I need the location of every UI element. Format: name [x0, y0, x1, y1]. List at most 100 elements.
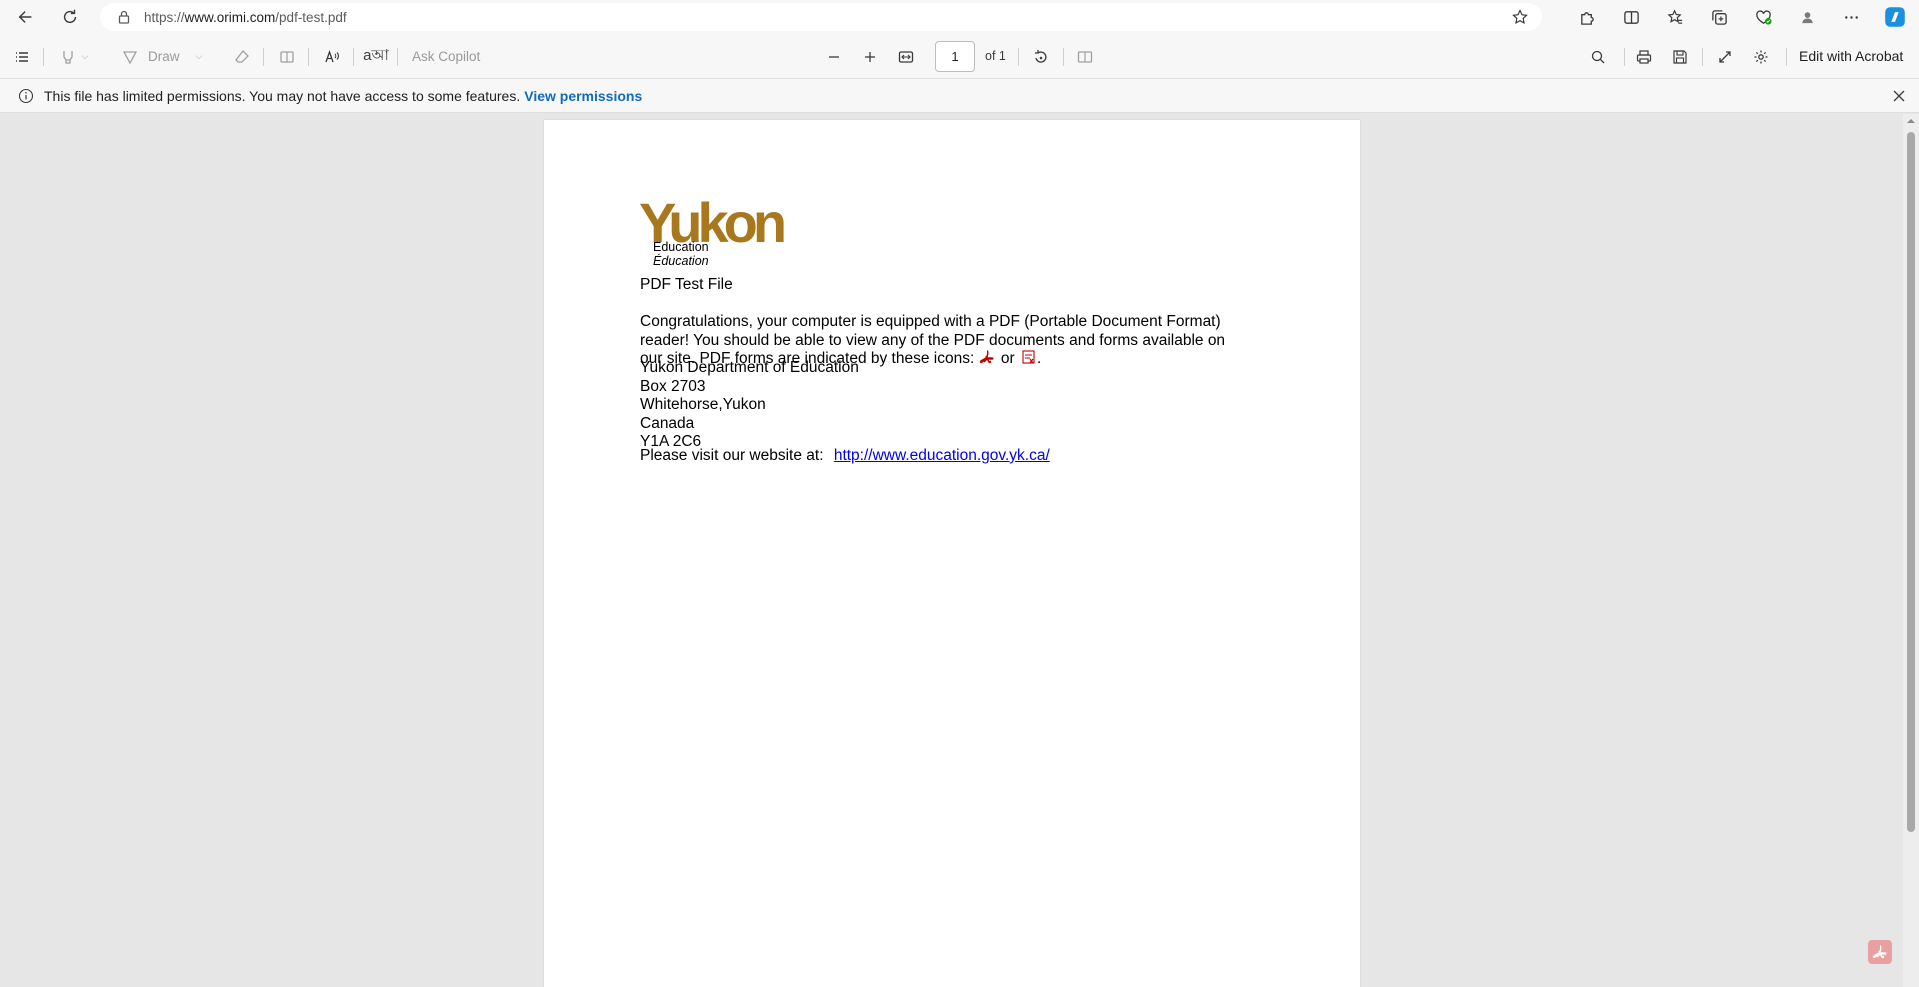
extensions-button[interactable] [1565, 0, 1609, 34]
profile-button[interactable] [1785, 0, 1829, 34]
translate-button[interactable]: aআ [363, 34, 389, 79]
address-line: Yukon Department of Education [640, 359, 859, 376]
address-line: Canada [640, 414, 695, 432]
contents-button[interactable] [10, 34, 34, 79]
text-box-button[interactable] [275, 34, 299, 79]
paragraph-line: reader! You should be able to view any o… [640, 331, 1226, 349]
back-button[interactable] [8, 2, 44, 32]
read-aloud-button[interactable] [320, 34, 344, 79]
website-link[interactable]: http://www.education.gov.yk.ca/ [834, 447, 1050, 464]
browser-essentials-button[interactable] [1741, 0, 1785, 34]
save-button[interactable] [1668, 34, 1692, 79]
document-title: PDF Test File [640, 276, 733, 293]
more-icon [1844, 15, 1858, 19]
expand-icon [1719, 50, 1731, 63]
browser-essentials-icon [1755, 9, 1772, 25]
draw-button[interactable]: Draw ⌵ [122, 34, 212, 79]
search-icon [1591, 50, 1605, 63]
website-line: Please visit our website at: http://www.… [640, 447, 1050, 466]
toolbar-separator [308, 48, 309, 66]
toolbar-separator [43, 48, 44, 66]
rotate-button[interactable] [1029, 34, 1053, 79]
highlight-button[interactable]: ⌵ [54, 34, 94, 79]
print-icon [1636, 49, 1652, 64]
view-permissions-link[interactable]: View permissions [524, 88, 642, 104]
scrollbar-thumb[interactable] [1907, 132, 1915, 832]
toolbar-separator [1702, 48, 1703, 66]
fit-to-width-button[interactable] [894, 34, 918, 79]
collections-button[interactable] [1697, 0, 1741, 34]
page-view-button[interactable] [1073, 34, 1097, 79]
eraser-icon [235, 49, 249, 63]
two-page-view-icon [1077, 50, 1093, 63]
ask-copilot-button[interactable]: Ask Copilot [412, 34, 492, 79]
paragraph-line: Congratulations, your computer is equipp… [640, 313, 1221, 330]
copilot-button[interactable] [1873, 0, 1917, 34]
translate-icon: aআ [363, 47, 389, 64]
toolbar-separator [263, 48, 264, 66]
info-icon [18, 88, 34, 103]
acrobat-floating-button[interactable] [1868, 940, 1892, 964]
vertical-scrollbar[interactable] [1903, 114, 1919, 987]
table-of-contents-icon [16, 51, 28, 62]
pdf-toolbar: ⌵ Draw ⌵ aআ Ask Copilot 1 of 1 Edit with … [0, 34, 1919, 79]
mailing-address: Yukon Department of Education Box 2703 W… [640, 359, 859, 452]
page-number-input[interactable]: 1 [935, 41, 975, 72]
toolbar-separator [1063, 48, 1064, 66]
split-screen-icon [1623, 10, 1639, 24]
url-host: www.orimi.com [184, 9, 276, 25]
pdf-page: Yukon Education Éducation PDF Test File … [544, 120, 1360, 987]
star-icon[interactable] [1512, 9, 1528, 25]
refresh-button[interactable] [52, 2, 88, 32]
toolbar-separator [1624, 48, 1625, 66]
pdf-form-icon [1022, 350, 1035, 364]
copilot-icon [1885, 7, 1905, 27]
gear-icon [1754, 50, 1768, 63]
ask-copilot-label: Ask Copilot [412, 49, 481, 64]
refresh-icon [63, 9, 77, 24]
toolbar-separator [1018, 48, 1019, 66]
yukon-education-logo: Yukon Education Éducation [639, 176, 809, 276]
erase-button[interactable] [230, 34, 254, 79]
print-button[interactable] [1632, 34, 1656, 79]
draw-label: Draw [148, 49, 180, 64]
chevron-down-icon: ⌵ [81, 51, 89, 61]
zoom-out-button[interactable] [822, 34, 846, 79]
split-screen-button[interactable] [1609, 0, 1653, 34]
minus-icon [829, 55, 839, 58]
find-button[interactable] [1586, 34, 1610, 79]
lock-icon[interactable] [116, 9, 132, 25]
plus-icon [865, 51, 875, 62]
more-button[interactable] [1829, 0, 1873, 34]
draw-icon [122, 50, 138, 64]
url-prefix: https:// [144, 9, 185, 25]
browser-actions [1565, 0, 1919, 34]
close-icon[interactable] [1891, 88, 1907, 104]
address-line: Whitehorse,Yukon [640, 396, 766, 413]
permissions-infobar: This file has limited permissions. You m… [0, 79, 1919, 113]
address-bar[interactable]: https://www.orimi.com/pdf-test.pdf [100, 3, 1542, 31]
visit-text: Please visit our website at: [640, 447, 824, 464]
save-icon [1673, 49, 1687, 64]
url-text[interactable]: https://www.orimi.com/pdf-test.pdf [144, 10, 347, 25]
highlighter-icon [62, 50, 73, 64]
favorites-button[interactable] [1653, 0, 1697, 34]
page-count: of 1 [985, 49, 1006, 63]
read-aloud-icon [325, 49, 339, 62]
pdf-viewer[interactable]: Yukon Education Éducation PDF Test File … [0, 114, 1919, 987]
rotate-icon [1035, 49, 1047, 63]
scroll-up-icon[interactable] [1906, 116, 1916, 126]
logo-education-fr: Éducation [653, 254, 709, 268]
chevron-down-icon: ⌵ [195, 51, 203, 61]
profile-icon [1801, 11, 1813, 23]
fullscreen-button[interactable] [1713, 34, 1737, 79]
puzzle-icon [1580, 11, 1594, 25]
address-line: Box 2703 [640, 377, 706, 395]
settings-button[interactable] [1749, 34, 1773, 79]
acrobat-pdf-icon [979, 350, 994, 364]
back-arrow-icon [18, 11, 32, 23]
zoom-in-button[interactable] [858, 34, 882, 79]
edit-with-acrobat-button[interactable]: Edit with Acrobat [1799, 34, 1903, 79]
infobar-message: This file has limited permissions. You m… [44, 87, 521, 104]
fit-width-icon [898, 50, 914, 63]
